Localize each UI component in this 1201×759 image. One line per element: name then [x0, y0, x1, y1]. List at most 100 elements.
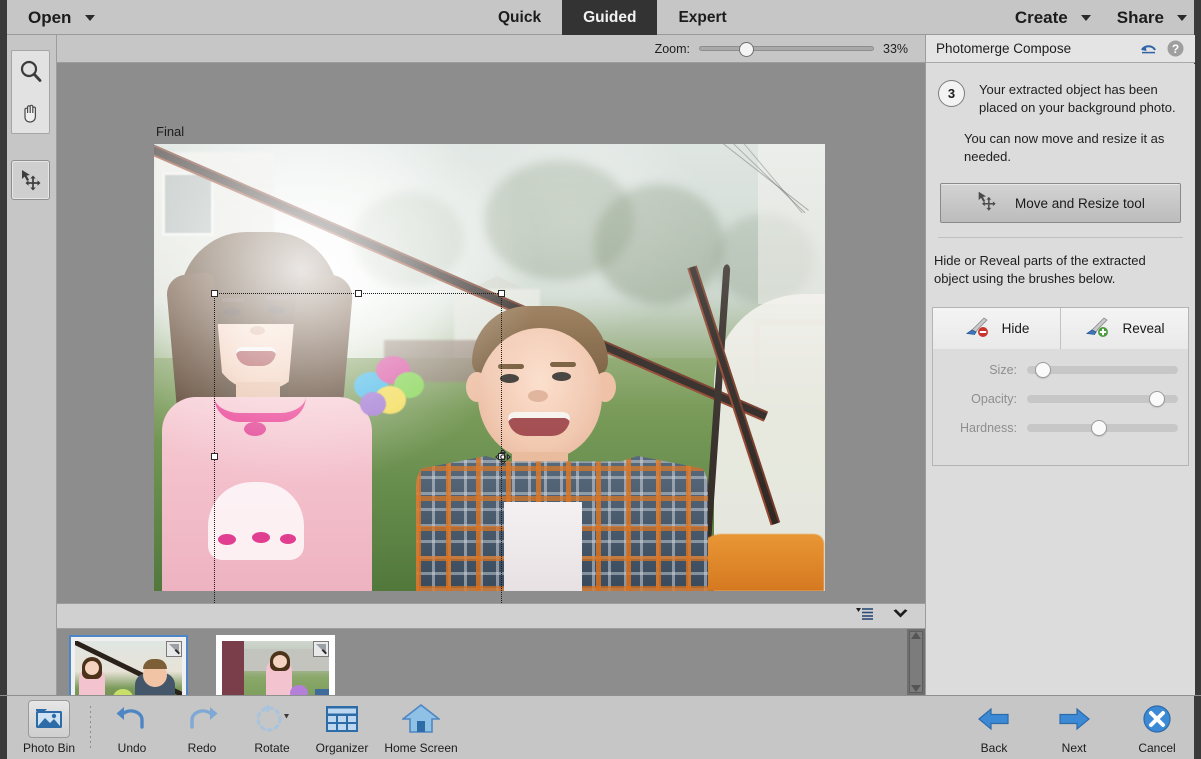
- opacity-slider-label: Opacity:: [943, 392, 1017, 406]
- brush-controls-group: Hide: [932, 307, 1189, 466]
- girl-collar-bow: [244, 422, 266, 436]
- thumbnail-badge-icon: [313, 641, 329, 657]
- window-edge-left: [0, 35, 7, 695]
- bottom-bar-left-group: Photo Bin Undo: [14, 700, 465, 755]
- scroll-up-arrow-icon: [911, 632, 921, 639]
- window-edge-right: [1194, 696, 1201, 759]
- composite-photo[interactable]: [154, 144, 825, 591]
- scroll-down-arrow-icon: [911, 685, 921, 692]
- right-panel: Photomerge Compose ? 3: [925, 35, 1201, 695]
- size-slider-label: Size:: [943, 363, 1017, 377]
- reveal-brush-button[interactable]: Reveal: [1060, 308, 1188, 349]
- undo-button[interactable]: Undo: [97, 700, 167, 755]
- magnifier-icon: [18, 59, 44, 85]
- canvas-area[interactable]: Final: [57, 63, 925, 603]
- boy-eye: [500, 374, 519, 383]
- brush-sliders: Size: Opacity:: [933, 349, 1188, 465]
- create-menu[interactable]: Create: [1015, 8, 1091, 28]
- boy-nose: [528, 390, 548, 402]
- open-button[interactable]: Open: [20, 3, 103, 32]
- svg-text:?: ?: [1172, 42, 1179, 56]
- step-sub-text: You can now move and resize it as needed…: [926, 117, 1195, 166]
- photo-bin-scrollbar[interactable]: [907, 629, 925, 695]
- redo-button[interactable]: Redo: [167, 700, 237, 755]
- rotate-icon: [252, 700, 292, 738]
- zoom-control: Zoom: 33%: [655, 42, 913, 56]
- next-button[interactable]: Next: [1051, 700, 1097, 755]
- zoom-slider-thumb[interactable]: [739, 42, 754, 57]
- canvas-final-label: Final: [156, 124, 184, 139]
- zoom-slider[interactable]: [699, 42, 874, 56]
- girl-eye: [224, 308, 241, 316]
- home-screen-label: Home Screen: [384, 741, 457, 755]
- opacity-slider-row: Opacity:: [943, 391, 1178, 407]
- photo-bin-icon: [28, 700, 70, 738]
- main-workspace: Zoom: 33% Final: [0, 35, 1201, 695]
- move-and-resize-tool-button[interactable]: Move and Resize tool: [940, 183, 1181, 223]
- tab-expert[interactable]: Expert: [657, 0, 747, 35]
- zoom-tool-button[interactable]: [12, 51, 49, 92]
- view-tool-group: [11, 50, 50, 134]
- window-edge-left: [0, 696, 7, 759]
- hide-brush-button[interactable]: Hide: [933, 308, 1060, 349]
- home-screen-button[interactable]: Home Screen: [377, 700, 465, 755]
- bottom-bar-right-group: Back Next Cancel: [971, 700, 1183, 755]
- back-button[interactable]: Back: [971, 700, 1017, 755]
- tab-guided[interactable]: Guided: [562, 0, 657, 35]
- size-slider-thumb[interactable]: [1035, 362, 1051, 378]
- girl-mouth: [236, 347, 276, 366]
- window-edge-right: [1194, 0, 1201, 35]
- scrollbar-thumb[interactable]: [909, 631, 923, 693]
- share-menu[interactable]: Share: [1117, 8, 1187, 28]
- zoom-label: Zoom:: [655, 42, 690, 56]
- redo-label: Redo: [188, 741, 217, 755]
- undo-label: Undo: [118, 741, 147, 755]
- rotate-button[interactable]: Rotate: [237, 700, 307, 755]
- girl-shirt-bow: [280, 534, 296, 544]
- step-number-badge: 3: [938, 80, 965, 107]
- hand-tool-button[interactable]: [12, 92, 49, 133]
- size-slider[interactable]: [1027, 362, 1178, 378]
- move-resize-tool-button[interactable]: [11, 160, 50, 200]
- undo-arc-icon[interactable]: [1139, 39, 1158, 58]
- tree-blob: [594, 184, 724, 304]
- back-label: Back: [981, 741, 1008, 755]
- opacity-slider[interactable]: [1027, 391, 1178, 407]
- home-icon: [402, 700, 440, 738]
- top-menu-bar: Open Quick Guided Expert Create Share: [0, 0, 1201, 35]
- pinwheel-petal: [360, 392, 386, 416]
- toolbar-divider: [90, 706, 91, 750]
- photoshop-elements-window: Open Quick Guided Expert Create Share: [0, 0, 1201, 759]
- brush-plus-icon: [1084, 316, 1110, 341]
- zoom-slider-track: [699, 46, 874, 51]
- tab-quick[interactable]: Quick: [477, 0, 562, 35]
- arrow-left-icon: [977, 700, 1011, 738]
- hardness-slider[interactable]: [1027, 420, 1178, 436]
- window-edge-right: [1194, 35, 1201, 695]
- boy-mouth: [508, 412, 570, 436]
- cancel-button[interactable]: Cancel: [1131, 700, 1183, 755]
- list-options-icon: [856, 606, 876, 621]
- arrow-right-icon: [1057, 700, 1091, 738]
- boy-undershirt-front: [504, 502, 582, 591]
- chevron-down-icon: [1177, 15, 1187, 21]
- zoom-bar: Zoom: 33%: [57, 35, 925, 63]
- help-circle-icon[interactable]: ?: [1166, 39, 1185, 58]
- chevron-down-icon: [85, 15, 95, 21]
- collapse-panel-button[interactable]: [892, 607, 909, 625]
- top-right-menus: Create Share: [1015, 0, 1187, 35]
- panel-title: Photomerge Compose: [936, 41, 1131, 56]
- step-instruction-text: Your extracted object has been placed on…: [979, 80, 1183, 117]
- close-circle-icon: [1141, 700, 1173, 738]
- photo-bin-button[interactable]: Photo Bin: [14, 700, 84, 755]
- bin-options-button[interactable]: [856, 606, 876, 626]
- hardness-slider-thumb[interactable]: [1091, 420, 1107, 436]
- girl-brow: [222, 298, 244, 302]
- hardness-slider-row: Hardness:: [943, 420, 1178, 436]
- opacity-slider-thumb[interactable]: [1149, 391, 1165, 407]
- photo-bin-strip: [57, 629, 925, 695]
- organizer-button[interactable]: Organizer: [307, 700, 377, 755]
- window-shape: [162, 172, 214, 236]
- reveal-brush-label: Reveal: [1122, 321, 1164, 336]
- step-instruction-row: 3 Your extracted object has been placed …: [926, 64, 1195, 117]
